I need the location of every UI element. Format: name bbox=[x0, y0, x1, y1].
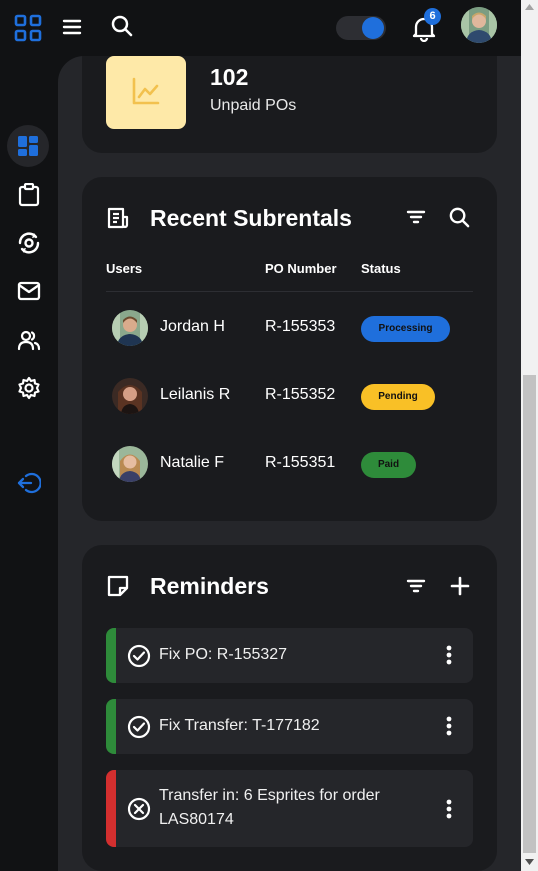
filter-icon[interactable] bbox=[406, 209, 426, 225]
reminder-item[interactable]: Fix Transfer: T-177182 bbox=[106, 699, 473, 754]
status-badge: Processing bbox=[361, 316, 450, 342]
column-header-users: Users bbox=[106, 261, 143, 276]
column-header-po-number: PO Number bbox=[265, 261, 337, 276]
user-name: Natalie F bbox=[160, 454, 225, 471]
search-icon[interactable] bbox=[448, 206, 471, 229]
check-circle-icon[interactable] bbox=[127, 715, 151, 739]
table-row[interactable]: Jordan H R-155353 Processing bbox=[106, 294, 473, 362]
avatar bbox=[112, 310, 148, 346]
users-icon[interactable] bbox=[17, 329, 41, 351]
po-number: R-155352 bbox=[265, 386, 336, 403]
dashboard-icon[interactable] bbox=[18, 136, 38, 156]
po-number: R-155351 bbox=[265, 454, 336, 471]
stat-tile bbox=[106, 56, 186, 129]
reminder-text-line: Transfer in: 6 Esprites for order bbox=[159, 787, 380, 804]
user-name: Leilanis R bbox=[160, 386, 231, 403]
reminder-item[interactable]: Fix PO: R-155327 bbox=[106, 628, 473, 683]
main-content: 102 Unpaid POs Recent Subrentals Users P… bbox=[58, 56, 521, 871]
status-badge: Paid bbox=[361, 452, 416, 478]
add-icon[interactable] bbox=[450, 576, 470, 596]
stat-label: Unpaid POs bbox=[210, 97, 297, 114]
more-vert-icon[interactable] bbox=[446, 716, 452, 736]
sticky-note-icon bbox=[107, 575, 129, 597]
po-number: R-155353 bbox=[265, 318, 336, 335]
header-divider bbox=[106, 291, 473, 292]
top-bar: 6 bbox=[0, 0, 521, 56]
subrentals-title: Recent Subrentals bbox=[150, 205, 352, 231]
mail-icon[interactable] bbox=[17, 281, 41, 301]
table-row[interactable]: Natalie F R-155351 Paid bbox=[106, 430, 473, 498]
theme-toggle[interactable] bbox=[336, 16, 386, 40]
avatar bbox=[112, 378, 148, 414]
more-vert-icon[interactable] bbox=[446, 645, 452, 665]
clipboard-icon[interactable] bbox=[18, 183, 40, 207]
user-avatar[interactable] bbox=[461, 7, 497, 43]
more-vert-icon[interactable] bbox=[446, 799, 452, 819]
notification-badge: 6 bbox=[424, 8, 441, 25]
scrollbar-thumb[interactable] bbox=[523, 375, 536, 853]
stat-value: 102 bbox=[210, 64, 249, 90]
apps-grid-icon[interactable] bbox=[14, 14, 42, 42]
avatar bbox=[112, 446, 148, 482]
reminder-item[interactable]: Transfer in: 6 Esprites for order LAS801… bbox=[106, 770, 473, 847]
reminder-text-line: LAS80174 bbox=[159, 811, 234, 828]
cancel-circle-icon[interactable] bbox=[127, 797, 151, 821]
reminder-text: Fix PO: R-155327 bbox=[159, 646, 288, 663]
column-header-status: Status bbox=[361, 261, 401, 276]
scroll-up-arrow[interactable] bbox=[525, 4, 534, 10]
check-circle-icon[interactable] bbox=[127, 644, 151, 668]
user-avatar-image bbox=[461, 7, 497, 43]
hamburger-menu-icon[interactable] bbox=[62, 18, 82, 36]
theme-toggle-knob bbox=[362, 17, 384, 39]
reminder-status-bar bbox=[106, 699, 116, 754]
search-icon[interactable] bbox=[110, 14, 134, 38]
scroll-down-arrow[interactable] bbox=[525, 859, 534, 865]
rental-sync-icon[interactable] bbox=[17, 231, 41, 255]
gear-icon[interactable] bbox=[17, 376, 41, 400]
reminders-card: Reminders Fix PO: R-155327 Fix Transfer:… bbox=[82, 545, 497, 871]
sidebar bbox=[0, 56, 58, 871]
chart-icon bbox=[132, 77, 160, 105]
reminder-status-bar bbox=[106, 628, 116, 683]
reminder-text: Transfer in: 6 Esprites for order LAS801… bbox=[159, 784, 439, 832]
reminders-title: Reminders bbox=[150, 573, 269, 599]
reminder-text: Fix Transfer: T-177182 bbox=[159, 717, 320, 734]
table-row[interactable]: Leilanis R R-155352 Pending bbox=[106, 362, 473, 430]
logout-icon[interactable] bbox=[17, 472, 41, 494]
reminder-status-bar bbox=[106, 770, 116, 847]
recent-subrentals-card: Recent Subrentals Users PO Number Status… bbox=[82, 177, 497, 521]
status-badge: Pending bbox=[361, 384, 435, 410]
user-name: Jordan H bbox=[160, 318, 225, 335]
summary-card: 102 Unpaid POs bbox=[82, 56, 497, 153]
receipt-icon bbox=[107, 207, 129, 229]
filter-icon[interactable] bbox=[406, 578, 426, 594]
